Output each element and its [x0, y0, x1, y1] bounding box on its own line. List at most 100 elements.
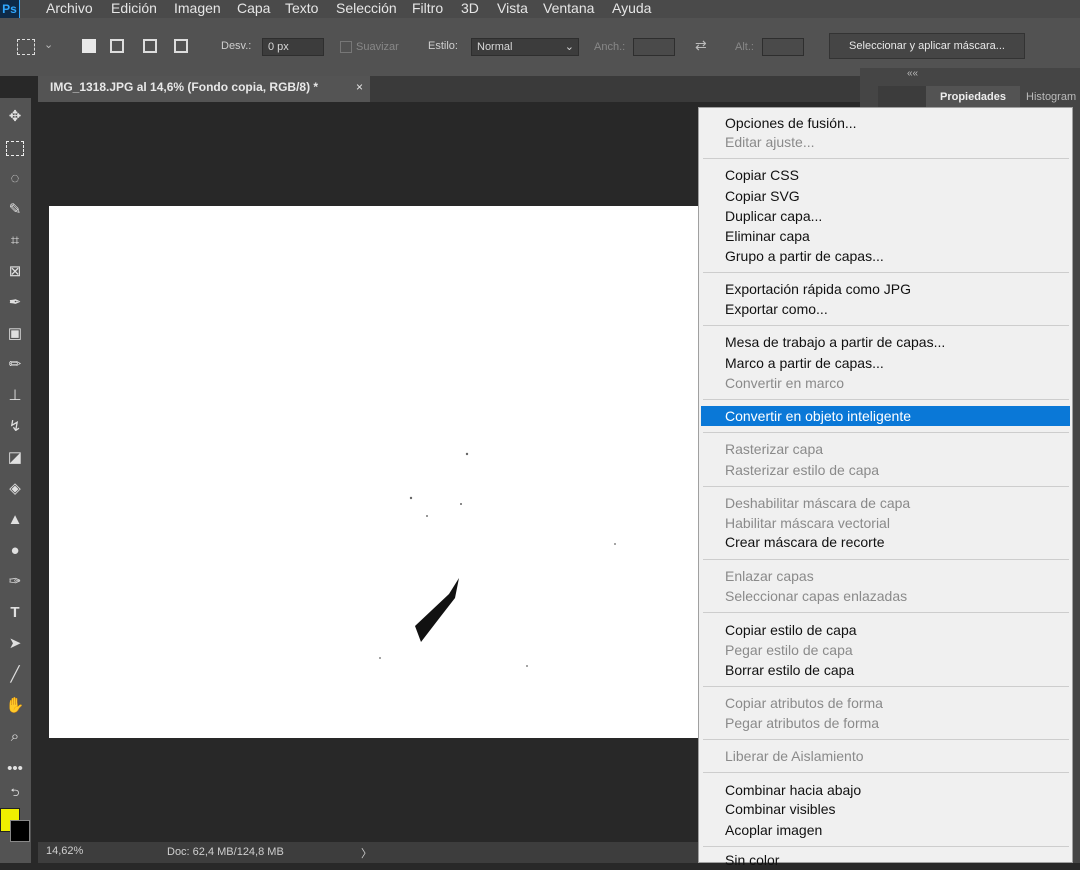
menu-capa[interactable]: Capa: [237, 0, 270, 16]
select-and-mask-button[interactable]: Seleccionar y aplicar máscara...: [829, 33, 1025, 59]
status-menu-arrow[interactable]: 〉: [361, 845, 372, 861]
pen-tool-icon[interactable]: ✑: [4, 571, 26, 593]
menu-filtro[interactable]: Filtro: [412, 0, 443, 16]
ctx-item-flatten-image[interactable]: Acoplar imagen: [701, 820, 1070, 840]
clone-stamp-tool-icon[interactable]: ⊥: [4, 385, 26, 407]
menu-archivo[interactable]: Archivo: [46, 0, 93, 16]
blur-tool-icon[interactable]: ▲: [4, 509, 26, 531]
brush-tool-icon[interactable]: ✏: [4, 354, 26, 376]
menu-3d[interactable]: 3D: [461, 0, 479, 16]
collapse-panels-icon[interactable]: ««: [907, 68, 918, 79]
style-select[interactable]: Normal ⌄: [471, 38, 579, 56]
paint-bucket-tool-icon[interactable]: ◈: [4, 478, 26, 500]
close-icon[interactable]: ×: [356, 76, 363, 98]
layer-context-menu: Opciones de fusión... Editar ajuste... C…: [698, 107, 1073, 868]
width-label: Anch.:: [594, 41, 626, 53]
marquee-tool-icon[interactable]: [4, 137, 26, 159]
ctx-item-artboard-from-layers[interactable]: Mesa de trabajo a partir de capas...: [701, 332, 1070, 352]
swap-icon[interactable]: ⇄: [695, 37, 707, 54]
quick-selection-tool-icon[interactable]: ✎: [4, 199, 26, 221]
eyedropper-tool-icon[interactable]: ✒: [4, 292, 26, 314]
menu-imagen[interactable]: Imagen: [174, 0, 221, 16]
ctx-item-copy-svg[interactable]: Copiar SVG: [701, 186, 1070, 206]
canvas-image: [379, 452, 616, 667]
menu-ayuda[interactable]: Ayuda: [612, 0, 651, 16]
ctx-item-select-linked-layers: Seleccionar capas enlazadas: [725, 588, 908, 604]
add-selection-icon[interactable]: [110, 39, 124, 53]
ctx-item-delete-layer[interactable]: Eliminar capa: [701, 226, 1070, 246]
zoom-tool-icon[interactable]: ⌕: [4, 726, 26, 748]
document-size: Doc: 62,4 MB/124,8 MB: [167, 846, 284, 858]
ctx-item-duplicate-layer[interactable]: Duplicar capa...: [701, 206, 1070, 226]
dodge-tool-icon[interactable]: ●: [4, 540, 26, 562]
menu-divider: [703, 158, 1069, 159]
menu-bar: Ps Archivo Edición Imagen Capa Texto Sel…: [0, 0, 1080, 18]
subtract-selection-icon[interactable]: [143, 39, 157, 53]
ctx-item-quick-export-jpg[interactable]: Exportación rápida como JPG: [701, 279, 1070, 299]
style-value: Normal: [477, 41, 513, 53]
history-brush-tool-icon[interactable]: ↯: [4, 416, 26, 438]
ctx-item-group-from-layers[interactable]: Grupo a partir de capas...: [701, 246, 1070, 266]
ctx-item-frame-from-layers[interactable]: Marco a partir de capas...: [701, 353, 1070, 373]
ctx-item-merge-visible[interactable]: Combinar visibles: [701, 799, 1070, 819]
background-color-swatch[interactable]: [10, 820, 30, 842]
hand-tool-icon[interactable]: ✋: [4, 695, 26, 717]
ctx-item-no-color[interactable]: Sin color: [701, 850, 1070, 870]
height-input[interactable]: [762, 38, 804, 56]
document-tab[interactable]: IMG_1318.JPG al 14,6% (Fondo copia, RGB/…: [38, 76, 370, 102]
ctx-item-export-as[interactable]: Exportar como...: [701, 299, 1070, 319]
document-tab-bar: IMG_1318.JPG al 14,6% (Fondo copia, RGB/…: [38, 76, 860, 102]
ctx-item-rasterize-layer: Rasterizar capa: [725, 441, 824, 457]
document-tab-title: IMG_1318.JPG al 14,6% (Fondo copia, RGB/…: [50, 80, 319, 94]
ctx-item-blending-options[interactable]: Opciones de fusión...: [701, 113, 1070, 133]
antialias-checkbox[interactable]: [340, 41, 352, 53]
crop-tool-icon[interactable]: ⌗: [4, 230, 26, 252]
menu-texto[interactable]: Texto: [285, 0, 318, 16]
intersect-selection-icon[interactable]: [174, 39, 188, 53]
ctx-item-rasterize-layer-style: Rasterizar estilo de capa: [725, 462, 880, 478]
lasso-tool-icon[interactable]: ◌: [4, 168, 26, 190]
width-input[interactable]: [633, 38, 675, 56]
panel-group-tab[interactable]: [878, 86, 926, 108]
healing-brush-tool-icon[interactable]: ▣: [4, 323, 26, 345]
menu-vista[interactable]: Vista: [497, 0, 528, 16]
ctx-item-edit-adjustment: Editar ajuste...: [725, 134, 815, 150]
ctx-item-enable-vector-mask: Habilitar máscara vectorial: [725, 515, 890, 531]
chevron-down-icon[interactable]: ⌄: [44, 38, 53, 51]
menu-divider: [703, 772, 1069, 773]
menu-divider: [703, 739, 1069, 740]
tab-properties[interactable]: Propiedades: [926, 86, 1020, 108]
swap-colors-icon[interactable]: ⮌: [4, 782, 26, 804]
more-tools-icon[interactable]: •••: [4, 758, 26, 780]
menu-divider: [703, 686, 1069, 687]
ctx-item-create-clipping-mask[interactable]: Crear máscara de recorte: [701, 532, 1070, 552]
photoshop-logo: Ps: [0, 0, 20, 18]
new-selection-icon[interactable]: [82, 39, 96, 53]
menu-seleccion[interactable]: Selección: [336, 0, 397, 16]
eraser-tool-icon[interactable]: ◪: [4, 447, 26, 469]
ctx-item-merge-down[interactable]: Combinar hacia abajo: [701, 780, 1070, 800]
menu-divider: [703, 612, 1069, 613]
ctx-item-copy-layer-style[interactable]: Copiar estilo de capa: [701, 620, 1070, 640]
tab-histogram[interactable]: Histogram: [1026, 86, 1076, 108]
menu-edicion[interactable]: Edición: [111, 0, 157, 16]
feather-input[interactable]: 0 px: [262, 38, 324, 56]
type-tool-icon[interactable]: T: [4, 602, 26, 624]
zoom-level[interactable]: 14,62%: [46, 845, 83, 857]
ctx-item-copy-css[interactable]: Copiar CSS: [701, 165, 1070, 185]
ctx-item-link-layers: Enlazar capas: [725, 568, 814, 584]
image-canvas[interactable]: [49, 206, 700, 738]
move-tool-icon[interactable]: ✥: [4, 106, 26, 128]
frame-tool-icon[interactable]: ⊠: [4, 261, 26, 283]
ctx-item-release-isolation: Liberar de Aislamiento: [725, 748, 864, 764]
ctx-item-convert-to-smart-object[interactable]: Convertir en objeto inteligente: [701, 406, 1070, 426]
ctx-item-clear-layer-style[interactable]: Borrar estilo de capa: [701, 660, 1070, 680]
marquee-preset-icon[interactable]: [17, 39, 35, 55]
menu-divider: [703, 272, 1069, 273]
line-tool-icon[interactable]: ╱: [4, 664, 26, 686]
path-selection-tool-icon[interactable]: ➤: [4, 633, 26, 655]
ctx-item-paste-layer-style: Pegar estilo de capa: [725, 642, 853, 658]
height-label: Alt.:: [735, 41, 754, 53]
menu-ventana[interactable]: Ventana: [543, 0, 594, 16]
menu-divider: [703, 846, 1069, 847]
